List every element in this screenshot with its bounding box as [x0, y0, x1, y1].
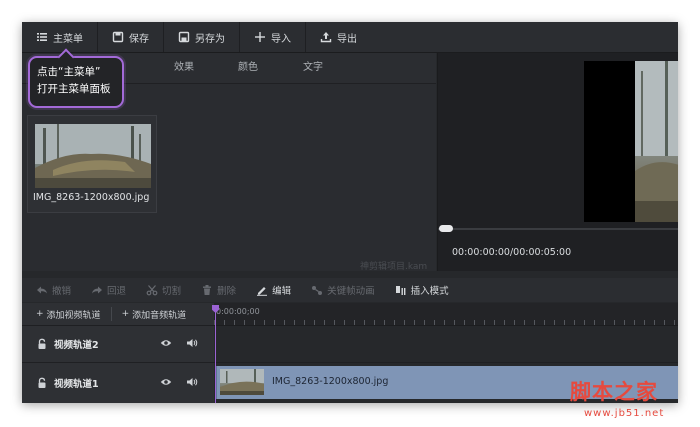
export-button[interactable]: 导出	[306, 22, 371, 52]
delete-label: 删除	[217, 286, 237, 297]
export-label: 导出	[337, 33, 357, 45]
clip-thumbnail	[220, 369, 264, 395]
plus-icon: +	[121, 309, 130, 319]
watermark-title: 脚本之家	[570, 379, 658, 404]
preview-image	[635, 61, 678, 222]
video-preview-panel: 00:00:00:00/00:00:05:00	[437, 53, 678, 271]
plus-icon	[254, 31, 266, 43]
timeline-ruler[interactable]: 0:00:00;00	[214, 303, 678, 326]
import-button[interactable]: 导入	[240, 22, 305, 52]
top-toolbar: 主菜单 保存 另存为 导入 导出	[22, 22, 678, 53]
main-menu-tooltip: 点击“主菜单” 打开主菜单面板	[28, 56, 124, 108]
playhead-line[interactable]	[215, 308, 216, 403]
keyframe-label: 关键帧动画	[327, 286, 375, 297]
insert-mode-button[interactable]: 插入模式	[395, 283, 449, 297]
tooltip-line-1: 点击“主菜单”	[37, 66, 101, 78]
ruler-start-time: 0:00:00;00	[216, 307, 260, 316]
save-button[interactable]: 保存	[98, 22, 163, 52]
save-as-icon	[178, 31, 190, 43]
keyframe-animation-button[interactable]: 关键帧动画	[311, 283, 375, 297]
track-tools: + 添加视频轨道 + 添加音频轨道	[22, 303, 214, 326]
tab-text[interactable]: 文字	[303, 53, 323, 83]
main-menu-label: 主菜单	[53, 33, 83, 45]
export-upload-icon	[320, 31, 332, 43]
eye-icon[interactable]	[160, 376, 172, 391]
preview-progress-handle[interactable]	[439, 225, 453, 232]
eye-icon[interactable]	[160, 337, 172, 352]
menu-list-icon	[36, 31, 48, 43]
insert-mode-icon	[395, 284, 407, 296]
track-name: 视频轨道1	[54, 379, 99, 390]
ruler-ticks	[214, 320, 678, 325]
undo-label: 撤销	[52, 286, 72, 297]
add-audio-track-label: 添加音频轨道	[132, 310, 187, 321]
scissors-icon	[146, 284, 158, 296]
pencil-icon	[256, 284, 268, 296]
save-as-label: 另存为	[195, 33, 225, 45]
track-lane-video-2[interactable]	[214, 326, 678, 363]
trash-icon	[201, 284, 213, 296]
edit-label: 编辑	[272, 286, 292, 297]
edit-toolbar: 撤销 回退 切割 删除 编辑 关键帧动画 插入模式	[22, 278, 678, 302]
lock-icon[interactable]	[36, 338, 48, 350]
preview-progress-track[interactable]	[438, 228, 678, 230]
redo-label: 回退	[107, 286, 127, 297]
undo-icon	[36, 284, 48, 296]
undo-button[interactable]: 撤销	[36, 283, 71, 297]
watermark-url: www.jb51.net	[584, 408, 665, 419]
save-disk-icon	[112, 31, 124, 43]
track-header-video-2[interactable]: 视频轨道2	[22, 326, 214, 363]
preview-frame	[584, 61, 678, 222]
lock-icon[interactable]	[36, 377, 48, 389]
tab-effects[interactable]: 效果	[174, 53, 194, 83]
save-as-button[interactable]: 另存为	[164, 22, 239, 52]
media-thumbnail	[35, 124, 151, 188]
media-item[interactable]: IMG_8263-1200x800.jpg	[27, 115, 157, 213]
add-video-track-button[interactable]: + 添加视频轨道	[22, 308, 101, 321]
main-menu-button[interactable]: 主菜单	[22, 22, 97, 52]
track-header-video-1[interactable]: 视频轨道1	[22, 363, 214, 403]
project-filename: 神剪辑项目.kam	[360, 262, 428, 272]
tooltip-line-2: 打开主菜单面板	[37, 83, 111, 95]
video-editor-window: 主菜单 保存 另存为 导入 导出 效果 颜色 文字 IMG_8263-1200x…	[22, 22, 678, 403]
redo-button[interactable]: 回退	[91, 283, 126, 297]
plus-icon: +	[36, 309, 44, 319]
edit-button[interactable]: 编辑	[256, 283, 291, 297]
speaker-icon[interactable]	[186, 376, 198, 391]
tab-colors[interactable]: 颜色	[238, 53, 258, 83]
insert-mode-label: 插入模式	[410, 286, 449, 297]
add-video-track-label: 添加视频轨道	[46, 310, 101, 321]
add-audio-track-button[interactable]: + 添加音频轨道	[112, 308, 187, 321]
keyframe-icon	[311, 284, 323, 296]
track-name: 视频轨道2	[54, 340, 99, 351]
clip-filename: IMG_8263-1200x800.jpg	[272, 376, 389, 387]
redo-icon	[91, 284, 103, 296]
save-label: 保存	[129, 33, 149, 45]
preview-timecode: 00:00:00:00/00:00:05:00	[452, 247, 572, 258]
cut-label: 切割	[162, 286, 182, 297]
media-filename: IMG_8263-1200x800.jpg	[33, 192, 150, 203]
delete-button[interactable]: 删除	[201, 283, 236, 297]
import-label: 导入	[271, 33, 291, 45]
speaker-icon[interactable]	[186, 337, 198, 352]
cut-button[interactable]: 切割	[146, 283, 181, 297]
